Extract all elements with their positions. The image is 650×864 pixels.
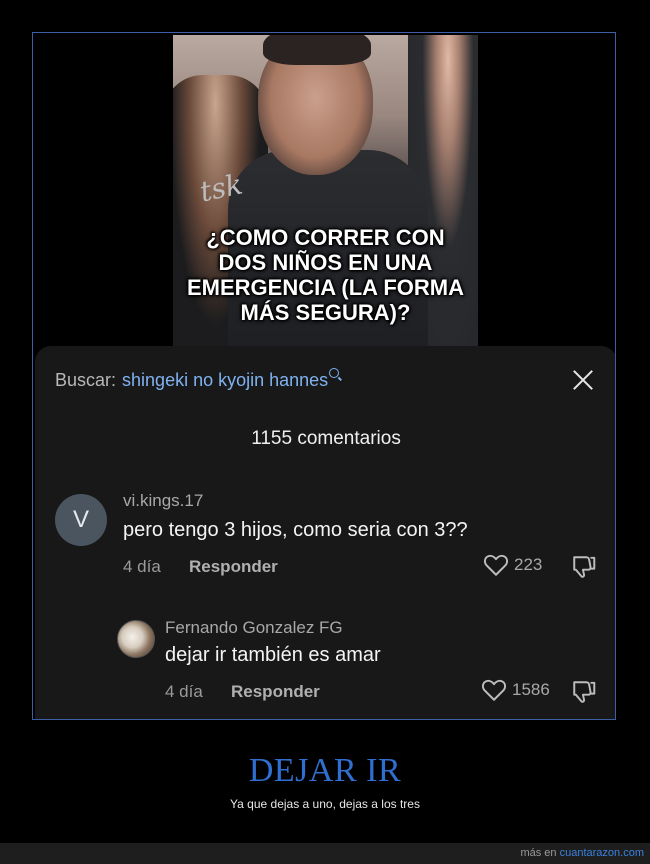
like-button[interactable]: 223 <box>483 553 542 577</box>
caption-line: MÁS SEGURA)? <box>240 300 411 325</box>
comment-username[interactable]: vi.kings.17 <box>123 491 203 511</box>
like-button[interactable]: 1586 <box>481 678 550 702</box>
comment-username[interactable]: Fernando Gonzalez FG <box>165 618 343 638</box>
comment-text: pero tengo 3 hijos, como seria con 3?? <box>123 519 468 541</box>
heart-icon <box>483 554 509 576</box>
search-label: Buscar: <box>55 370 117 390</box>
caption-line: EMERGENCIA (LA FORMA <box>186 275 465 300</box>
thumbs-down-icon <box>573 556 596 578</box>
post-subtitle: Ya que dejas a uno, dejas a los tres <box>230 797 420 811</box>
like-count: 1586 <box>512 680 550 699</box>
footer-prefix: más en <box>520 847 557 859</box>
comment-time: 4 día <box>165 682 203 701</box>
dislike-button[interactable] <box>571 680 597 709</box>
screenshot-frame: tsk ¿COMO CORRER CON DOS NIÑOS EN UNA EM… <box>32 32 616 720</box>
reply-button[interactable]: Responder <box>231 682 320 702</box>
close-button[interactable] <box>571 368 595 392</box>
like-count: 223 <box>514 555 543 574</box>
search-query-link[interactable]: shingeki no kyojin hannes <box>122 370 328 391</box>
search-suggestion[interactable]: Buscar: shingeki no kyojin hannes <box>55 368 340 396</box>
comments-sheet: Buscar: shingeki no kyojin hannes 1155 c… <box>35 346 615 719</box>
caption-line: DOS NIÑOS EN UNA <box>218 250 433 275</box>
footer-credit: más en cuantarazon.com <box>520 847 644 859</box>
comment-time: 4 día <box>123 557 161 576</box>
man-hair <box>263 35 371 65</box>
site-footer: más en cuantarazon.com <box>0 843 650 864</box>
footer-site-link[interactable]: cuantarazon.com <box>560 847 644 859</box>
comment-text: dejar ir también es amar <box>165 644 381 666</box>
comments-count: 1155 comentarios <box>251 428 401 449</box>
video-caption: ¿COMO CORRER CON DOS NIÑOS EN UNA EMERGE… <box>173 225 478 325</box>
video-thumbnail[interactable]: tsk ¿COMO CORRER CON DOS NIÑOS EN UNA EM… <box>173 35 478 355</box>
post-headline: DEJAR IR <box>248 752 402 789</box>
heart-icon <box>481 679 507 701</box>
caption-line: ¿COMO CORRER CON <box>206 225 445 250</box>
dislike-button[interactable] <box>571 555 597 584</box>
thumbs-down-icon <box>573 681 596 703</box>
search-icon <box>329 368 340 378</box>
avatar[interactable] <box>117 620 155 658</box>
reply-button[interactable]: Responder <box>189 557 278 577</box>
avatar[interactable]: V <box>55 494 107 546</box>
